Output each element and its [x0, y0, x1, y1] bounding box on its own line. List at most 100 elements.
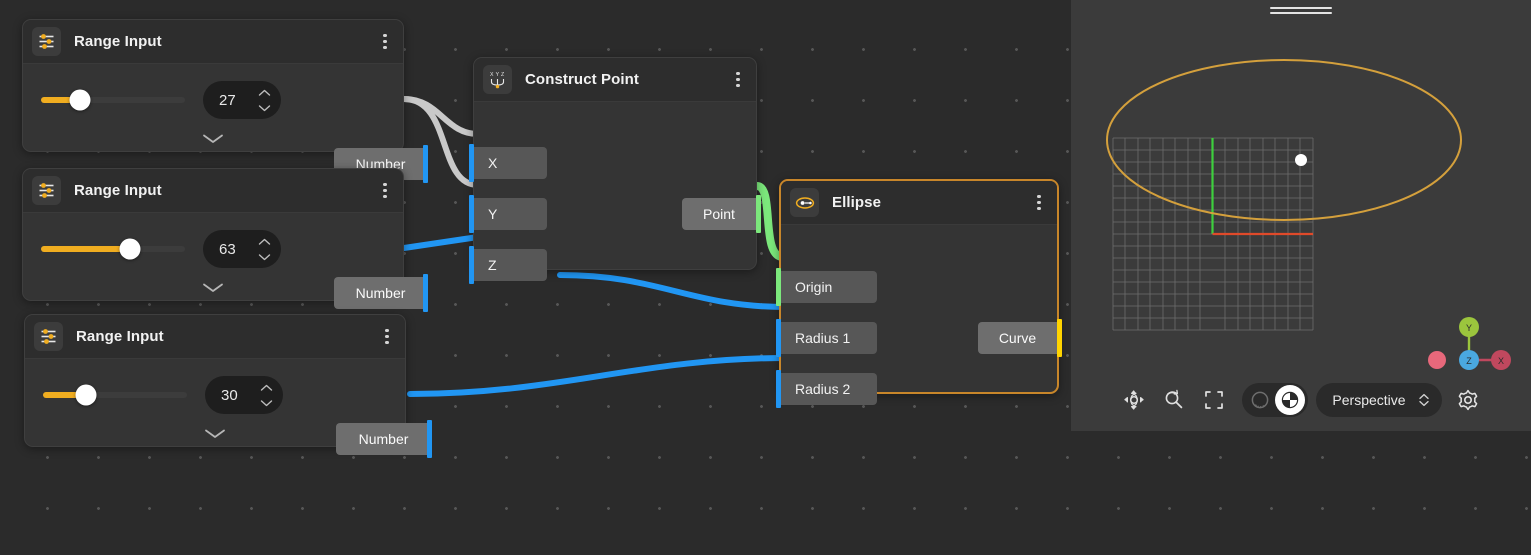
- output-socket-point[interactable]: Point: [682, 195, 761, 233]
- node-body: 30 Number: [25, 359, 432, 458]
- port-color-bar: [423, 274, 428, 312]
- input-socket-y[interactable]: Y: [469, 195, 547, 233]
- collapse-node-button[interactable]: [23, 133, 403, 144]
- value-stepper[interactable]: [260, 376, 273, 414]
- sliders-icon: [34, 322, 63, 351]
- range-slider[interactable]: [41, 238, 185, 260]
- node-range-input-1[interactable]: Range Input 27 Number: [22, 19, 428, 183]
- socket-color-bar: [469, 144, 474, 182]
- value-text: 27: [219, 91, 236, 109]
- input-socket-origin[interactable]: Origin: [776, 268, 877, 306]
- slider-thumb[interactable]: [119, 238, 141, 260]
- slider-thumb[interactable]: [69, 89, 91, 111]
- socket-color-bar: [469, 246, 474, 284]
- slider-fill: [41, 246, 131, 252]
- svg-text:Z: Z: [501, 72, 504, 78]
- stepper-down-icon: [258, 253, 271, 260]
- value-stepper[interactable]: [258, 230, 271, 268]
- input-socket-radius-1[interactable]: Radius 1: [776, 319, 877, 357]
- viewport-scene[interactable]: Y X Z: [1071, 0, 1531, 431]
- node-header[interactable]: Ellipse: [781, 181, 1057, 225]
- socket-color-bar: [1057, 319, 1062, 357]
- gear-icon[interactable]: [1448, 383, 1488, 417]
- node-range-input-3[interactable]: Range Input 30 Number: [24, 314, 432, 458]
- value-stepper[interactable]: [258, 81, 271, 119]
- socket-label: Curve: [998, 330, 1037, 346]
- socket-label: Radius 2: [795, 381, 851, 397]
- node-construct-point[interactable]: X Y Z Construct Point X Y Z Point: [469, 57, 761, 284]
- range-slider[interactable]: [41, 89, 185, 111]
- node-menu-button[interactable]: [375, 29, 395, 55]
- socket-color-bar: [469, 195, 474, 233]
- input-socket-z[interactable]: Z: [469, 246, 547, 284]
- port-color-bar: [423, 145, 428, 183]
- svg-text:X: X: [490, 72, 494, 78]
- node-title: Range Input: [74, 33, 162, 50]
- slider-thumb[interactable]: [75, 384, 97, 406]
- sliders-icon: [32, 27, 61, 56]
- origin-point: [1295, 154, 1307, 166]
- socket-label: X: [488, 155, 498, 171]
- axis-gizmo: Y X Z: [1428, 317, 1511, 370]
- node-ellipse[interactable]: Ellipse Origin Radius 1 Radius 2 Curve: [776, 179, 1062, 408]
- socket-color-bar: [776, 268, 781, 306]
- socket-color-bar: [776, 319, 781, 357]
- node-header[interactable]: Range Input: [23, 20, 403, 64]
- sliders-icon: [32, 176, 61, 205]
- collapse-node-button[interactable]: [23, 282, 403, 293]
- pan-orbit-icon[interactable]: [1114, 383, 1154, 417]
- node-body: 63 Number: [23, 213, 428, 312]
- stepper-up-icon: [258, 238, 271, 245]
- node-header[interactable]: Range Input: [23, 169, 403, 213]
- zoom-select-icon[interactable]: [1154, 383, 1194, 417]
- chevron-down-icon: [203, 134, 223, 143]
- viewport-toolbar: Perspective: [1071, 383, 1531, 417]
- svg-text:Y: Y: [496, 72, 500, 78]
- value-field[interactable]: 27: [203, 81, 281, 119]
- range-slider[interactable]: [43, 384, 187, 406]
- stepper-down-icon: [260, 399, 273, 406]
- value-field[interactable]: 30: [205, 376, 283, 414]
- projection-select-label: Perspective: [1332, 392, 1406, 408]
- projection-select[interactable]: Perspective: [1316, 383, 1442, 417]
- socket-label: Point: [703, 206, 735, 222]
- viewport-panel[interactable]: Y X Z Perspective: [1071, 0, 1531, 431]
- node-body: 27 Number: [23, 64, 428, 183]
- shaded-shading-icon[interactable]: [1275, 385, 1306, 415]
- node-editor-app: Range Input 27 Number Range Input 63 Num…: [0, 0, 1531, 555]
- node-header[interactable]: X Y Z Construct Point: [474, 58, 756, 102]
- node-menu-button[interactable]: [728, 67, 748, 93]
- svg-text:X: X: [1498, 356, 1504, 366]
- node-title: Ellipse: [832, 194, 882, 211]
- collapse-node-button[interactable]: [25, 428, 405, 439]
- node-menu-button[interactable]: [1029, 190, 1049, 216]
- stepper-down-icon: [258, 104, 271, 111]
- value-text: 30: [221, 386, 238, 404]
- input-socket-x[interactable]: X: [469, 144, 547, 182]
- output-socket-curve[interactable]: Curve: [978, 319, 1062, 357]
- node-range-input-2[interactable]: Range Input 63 Number: [22, 168, 428, 312]
- wireframe-shading-icon[interactable]: [1245, 385, 1275, 415]
- socket-label: Y: [488, 206, 498, 222]
- stepper-up-icon: [258, 89, 271, 96]
- node-title: Range Input: [76, 328, 164, 345]
- node-title: Construct Point: [525, 71, 639, 88]
- frame-all-icon[interactable]: [1194, 383, 1234, 417]
- stepper-up-icon: [260, 384, 273, 391]
- node-menu-button[interactable]: [377, 324, 397, 350]
- node-menu-button[interactable]: [375, 178, 395, 204]
- socket-color-bar: [776, 370, 781, 408]
- socket-label: Radius 1: [795, 330, 851, 346]
- node-body: X Y Z Point: [469, 102, 761, 284]
- chevron-down-icon: [203, 283, 223, 292]
- socket-label: Origin: [795, 279, 833, 295]
- input-socket-radius-2[interactable]: Radius 2: [776, 370, 877, 408]
- node-title: Range Input: [74, 182, 162, 199]
- chevron-updown-icon: [1418, 393, 1429, 407]
- svg-text:Z: Z: [1466, 356, 1472, 366]
- node-header[interactable]: Range Input: [25, 315, 405, 359]
- shading-mode-toggle-group: [1242, 383, 1309, 417]
- svg-text:Y: Y: [1466, 323, 1472, 333]
- xyz-point-icon: X Y Z: [483, 65, 512, 94]
- value-field[interactable]: 63: [203, 230, 281, 268]
